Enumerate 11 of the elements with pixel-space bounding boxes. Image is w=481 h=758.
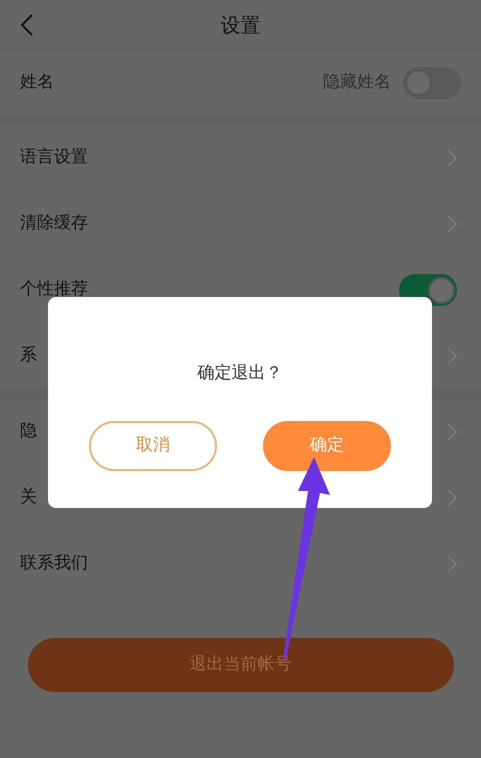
row-label: 关	[20, 486, 37, 510]
row-label: 语言设置	[20, 146, 88, 170]
row-label: 个性推荐	[20, 278, 88, 302]
name-label: 姓名	[20, 70, 54, 94]
page-title: 设置	[220, 12, 260, 38]
row-label: 系	[20, 344, 37, 368]
row-label: 隐	[20, 420, 37, 444]
hide-name-label: 隐藏姓名	[323, 70, 391, 94]
dialog-message: 确定退出？	[198, 362, 282, 385]
row-label: 清除缓存	[20, 212, 88, 236]
row-label: 联系我们	[20, 552, 88, 576]
